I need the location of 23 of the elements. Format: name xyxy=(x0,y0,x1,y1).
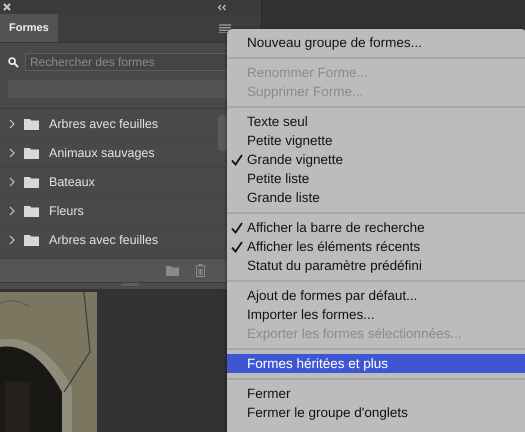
menu-item[interactable]: Formes héritées et plus xyxy=(227,354,525,373)
chevron-icon[interactable] xyxy=(9,235,15,245)
menu-item[interactable]: Importer les formes... xyxy=(227,305,525,324)
folder-icon xyxy=(24,118,39,130)
menu-item[interactable]: Nouveau groupe de formes... xyxy=(227,33,525,52)
menu-item[interactable]: Fermer xyxy=(227,384,525,403)
scrollbar-thumb[interactable] xyxy=(218,115,228,151)
folder-icon xyxy=(24,148,39,158)
menu-item[interactable]: Fermer le groupe d'onglets xyxy=(227,403,525,422)
search-icon xyxy=(8,56,19,68)
panel-tab[interactable]: Formes xyxy=(0,14,58,42)
menu-item[interactable]: Statut du paramètre prédéfini xyxy=(227,256,525,275)
collapse-icon[interactable] xyxy=(217,4,227,10)
folder-icon xyxy=(24,206,39,216)
chevron-icon[interactable] xyxy=(9,177,15,187)
menu-icon[interactable] xyxy=(219,24,231,32)
menu-item[interactable]: Ajout de formes par défaut... xyxy=(227,286,525,305)
folder-icon xyxy=(24,176,39,188)
close-icon[interactable] xyxy=(3,3,11,11)
chevron-icon[interactable] xyxy=(9,119,15,129)
chevron-icon[interactable] xyxy=(9,206,15,216)
chevron-icon[interactable] xyxy=(9,148,15,158)
folder-icon xyxy=(24,234,39,246)
